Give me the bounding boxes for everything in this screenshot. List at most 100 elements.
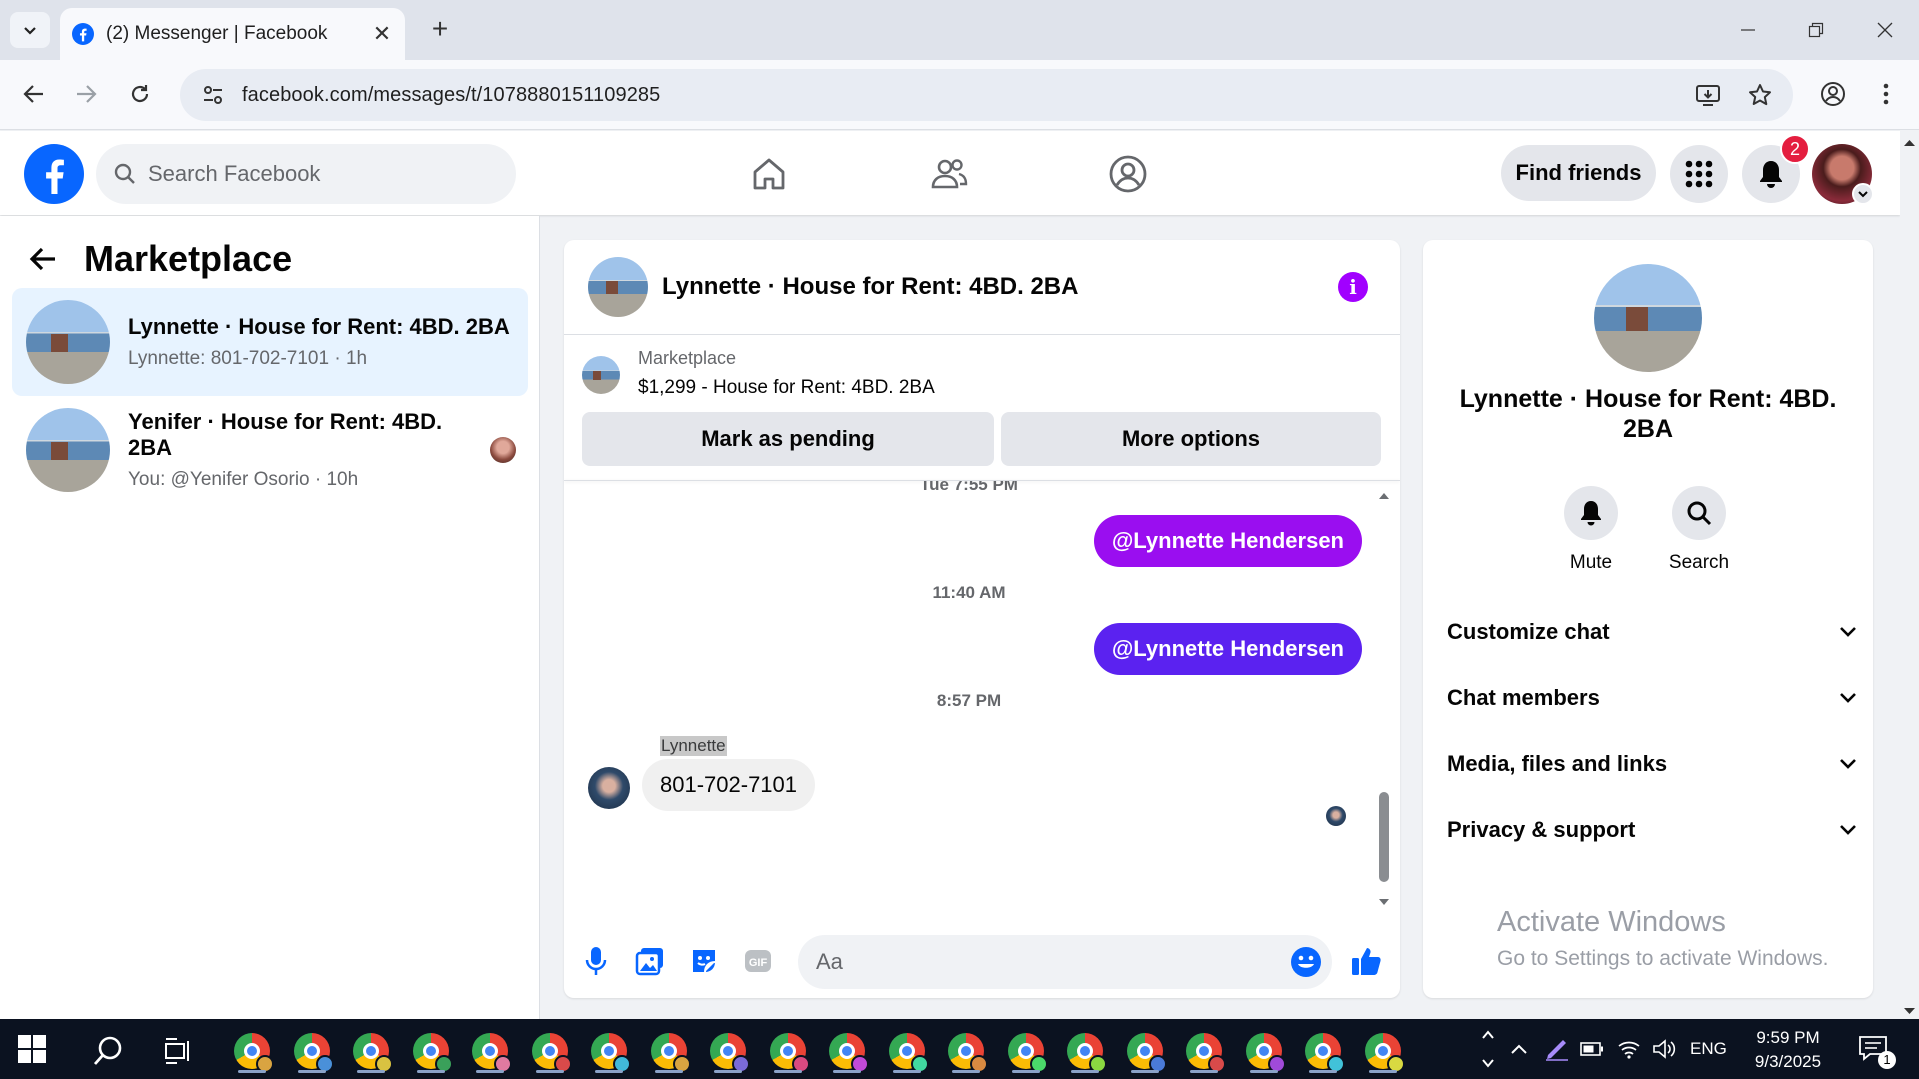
scrollbar-thumb[interactable]: [1379, 792, 1389, 882]
mark-as-pending-button[interactable]: Mark as pending: [582, 412, 994, 466]
site-settings-icon[interactable]: [202, 84, 224, 106]
conversation-item[interactable]: Yenifer · House for Rent: 4BD. 2BA You: …: [12, 396, 528, 504]
sticker-button[interactable]: [686, 943, 722, 979]
browser-menu-button[interactable]: [1866, 74, 1906, 114]
mute-button[interactable]: [1564, 486, 1618, 540]
conversation-item[interactable]: Lynnette · House for Rent: 4BD. 2BA Lynn…: [12, 288, 528, 396]
account-dropdown[interactable]: [1852, 183, 1874, 205]
running-indicator: [773, 1070, 802, 1073]
voice-clip-button[interactable]: [578, 943, 614, 979]
taskbar-chrome-window[interactable]: [587, 1029, 631, 1073]
taskbar-chrome-window[interactable]: [1004, 1029, 1048, 1073]
url-text: facebook.com/messages/t/1078880151109285: [242, 83, 661, 106]
taskbar-chrome-window[interactable]: [1123, 1029, 1167, 1073]
tab-search-dropdown[interactable]: [10, 12, 50, 48]
outgoing-message[interactable]: @Lynnette Hendersen: [1093, 623, 1362, 675]
task-view-button[interactable]: [156, 1029, 200, 1073]
install-app-icon[interactable]: [1695, 82, 1721, 108]
volume-tray[interactable]: [1652, 1019, 1676, 1079]
attach-photo-button[interactable]: [632, 943, 668, 979]
chat-members-section[interactable]: Chat members: [1447, 678, 1857, 718]
incoming-message[interactable]: 801-702-7101: [642, 759, 816, 811]
nav-friends[interactable]: [924, 149, 974, 199]
taskbar-search-button[interactable]: [86, 1029, 130, 1073]
outgoing-message[interactable]: @Lynnette Hendersen: [1093, 515, 1362, 567]
customize-chat-section[interactable]: Customize chat: [1447, 612, 1857, 652]
running-indicator: [1309, 1070, 1337, 1073]
pen-tray[interactable]: [1544, 1019, 1570, 1079]
nav-home[interactable]: [744, 149, 794, 199]
conversation-preview: Lynnette: 801-702-7101 · 1h: [128, 348, 368, 369]
address-bar[interactable]: facebook.com/messages/t/1078880151109285: [180, 69, 1793, 121]
input-language[interactable]: ENG: [1690, 1019, 1727, 1079]
browser-tab-active[interactable]: (2) Messenger | Facebook ✕: [60, 8, 405, 60]
taskbar-chrome-window[interactable]: [290, 1029, 334, 1073]
show-hidden-icons[interactable]: [1510, 1019, 1528, 1079]
gif-button[interactable]: GIF: [740, 943, 776, 979]
restore-button[interactable]: [1796, 10, 1836, 50]
taskbar-chrome-window[interactable]: [1182, 1029, 1226, 1073]
taskbar-chrome-window[interactable]: [766, 1029, 810, 1073]
media-files-links-section[interactable]: Media, files and links: [1447, 744, 1857, 784]
sidebar-title: Marketplace: [84, 238, 293, 279]
message-input[interactable]: Aa: [798, 935, 1332, 989]
listing-thumbnail[interactable]: [1594, 264, 1702, 372]
activate-windows-watermark: Activate Windows Go to Settings to activ…: [1497, 906, 1829, 971]
sender-avatar[interactable]: [588, 767, 630, 809]
nav-profile[interactable]: [1103, 149, 1153, 199]
taskbar-chrome-window[interactable]: [1242, 1029, 1286, 1073]
taskbar-chrome-window[interactable]: [528, 1029, 572, 1073]
forward-button[interactable]: [66, 74, 106, 114]
listing-thumbnail[interactable]: [588, 257, 648, 317]
more-options-button[interactable]: More options: [1001, 412, 1381, 466]
taskbar-chrome-window[interactable]: [1063, 1029, 1107, 1073]
chat-title[interactable]: Lynnette · House for Rent: 4BD. 2BA: [662, 273, 1078, 301]
taskbar-chrome-window[interactable]: [468, 1029, 512, 1073]
taskbar-chrome-window[interactable]: [944, 1029, 988, 1073]
taskbar-chrome-window[interactable]: [409, 1029, 453, 1073]
profile-button[interactable]: [1813, 74, 1853, 114]
network-tray[interactable]: [1617, 1019, 1641, 1079]
taskbar-chrome-window[interactable]: [1361, 1029, 1405, 1073]
taskbar-chrome-window[interactable]: [825, 1029, 869, 1073]
running-indicator: [1368, 1070, 1397, 1073]
battery-tray[interactable]: [1580, 1019, 1604, 1079]
privacy-support-section[interactable]: Privacy & support: [1447, 810, 1857, 850]
action-center-button[interactable]: 1: [1858, 1035, 1896, 1069]
menu-button[interactable]: [1670, 145, 1728, 203]
facebook-logo-icon[interactable]: [24, 144, 84, 204]
mute-action[interactable]: Mute: [1551, 486, 1631, 574]
search-action[interactable]: Search: [1659, 486, 1739, 574]
taskbar-clock[interactable]: 9:59 PM 9/3/2025: [1738, 1026, 1838, 1074]
message-list[interactable]: Tue 7:55 PM @Lynnette Hendersen 11:40 AM…: [564, 481, 1400, 923]
running-indicator: [1190, 1070, 1218, 1073]
back-arrow-icon[interactable]: [28, 244, 58, 274]
close-window-button[interactable]: [1865, 10, 1905, 50]
taskbar-chrome-window[interactable]: [706, 1029, 750, 1073]
scroll-up-icon[interactable]: [1900, 137, 1919, 149]
taskbar-scroll[interactable]: [1480, 1019, 1496, 1079]
find-friends-button[interactable]: Find friends: [1501, 145, 1656, 201]
emoji-icon[interactable]: [1290, 946, 1322, 978]
seen-receipt-avatar: [1326, 806, 1346, 826]
scroll-down-icon[interactable]: [1900, 1005, 1919, 1017]
reload-button[interactable]: [120, 74, 160, 114]
minimize-button[interactable]: [1728, 10, 1768, 50]
taskbar-chrome-window[interactable]: [647, 1029, 691, 1073]
windows-start-icon[interactable]: [18, 1035, 46, 1063]
page-scrollbar[interactable]: [1900, 131, 1919, 1019]
chrome-icon: [293, 1033, 334, 1073]
bookmark-star-icon[interactable]: [1747, 82, 1773, 108]
send-like-button[interactable]: [1348, 943, 1384, 979]
facebook-search-input[interactable]: Search Facebook: [96, 144, 516, 204]
taskbar-chrome-window[interactable]: [349, 1029, 393, 1073]
new-tab-button[interactable]: +: [425, 14, 455, 44]
marketplace-listing[interactable]: Marketplace $1,299 - House for Rent: 4BD…: [582, 348, 935, 399]
back-button[interactable]: [14, 74, 54, 114]
taskbar-chrome-window[interactable]: [230, 1029, 274, 1073]
info-icon[interactable]: i: [1338, 272, 1368, 302]
taskbar-chrome-window[interactable]: [885, 1029, 929, 1073]
tab-close-icon[interactable]: ✕: [371, 21, 393, 47]
search-in-conversation-button[interactable]: [1672, 486, 1726, 540]
taskbar-chrome-window[interactable]: [1301, 1029, 1345, 1073]
